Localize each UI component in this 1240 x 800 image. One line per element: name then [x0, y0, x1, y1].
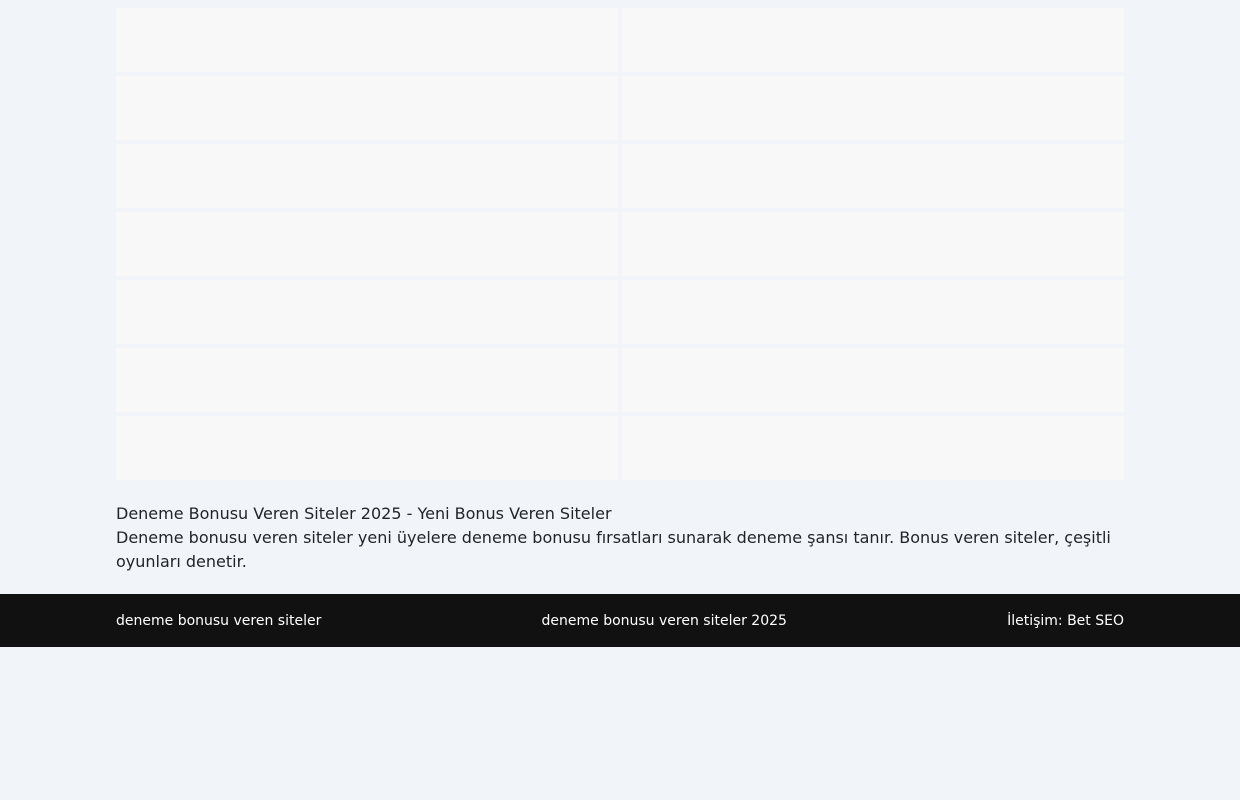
banner-tile[interactable] [622, 348, 1124, 412]
banner-tile[interactable] [116, 280, 618, 344]
content-section: Deneme Bonusu Veren Siteler 2025 - Yeni … [116, 482, 1124, 594]
footer-link-deneme-bonusu-2025[interactable]: deneme bonusu veren siteler 2025 [542, 613, 787, 629]
banner-tile[interactable] [116, 212, 618, 276]
banner-tile[interactable] [622, 416, 1124, 480]
banner-tile[interactable] [116, 416, 618, 480]
banner-tile[interactable] [116, 348, 618, 412]
banner-tile[interactable] [116, 76, 618, 140]
banner-tile[interactable] [622, 212, 1124, 276]
banner-tile[interactable] [116, 144, 618, 208]
page-container: Deneme Bonusu Veren Siteler 2025 - Yeni … [116, 0, 1124, 594]
footer-contact: İletişim: Bet SEO [1007, 612, 1124, 629]
footer: deneme bonusu veren siteler deneme bonus… [0, 594, 1240, 647]
footer-inner: deneme bonusu veren siteler deneme bonus… [116, 594, 1124, 647]
banner-tile[interactable] [116, 8, 618, 72]
banner-tile[interactable] [622, 8, 1124, 72]
page-description: Deneme bonusu veren siteler yeni üyelere… [116, 528, 1111, 571]
banner-grid [116, 0, 1124, 482]
page-title: Deneme Bonusu Veren Siteler 2025 - Yeni … [116, 504, 612, 523]
footer-link-deneme-bonusu[interactable]: deneme bonusu veren siteler [116, 613, 321, 629]
banner-tile[interactable] [622, 144, 1124, 208]
banner-tile[interactable] [622, 76, 1124, 140]
banner-tile[interactable] [622, 280, 1124, 344]
